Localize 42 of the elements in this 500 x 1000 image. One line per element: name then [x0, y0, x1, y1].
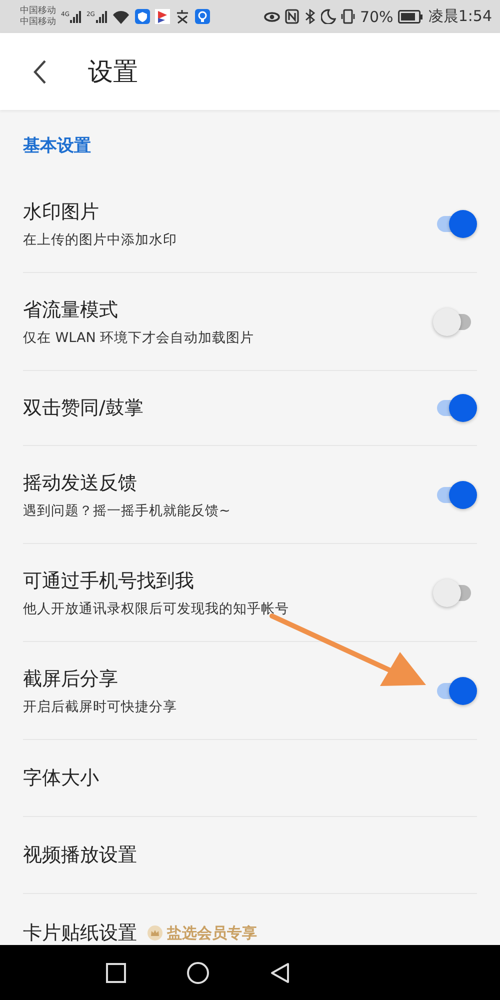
setting-description: 仅在 WLAN 环境下才会自动加载图片 [23, 328, 256, 346]
battery-percent: 70% [360, 8, 394, 26]
circle-icon [187, 962, 209, 984]
setting-title: 摇动发送反馈 [23, 470, 137, 496]
setting-description: 他人开放通讯录权限后可发现我的知乎帐号 [23, 600, 290, 618]
setting-title: 可通过手机号找到我 [23, 568, 194, 594]
moon-icon [320, 9, 336, 24]
eye-icon [264, 9, 280, 24]
clock-time: 凌晨1:54 [428, 7, 492, 26]
app-icon [174, 9, 190, 24]
page-title: 设置 [88, 56, 138, 88]
setting-title[interactable]: 卡片贴纸设置 [23, 920, 137, 945]
carrier-name: 中国移动 [20, 6, 56, 16]
bluetooth-icon [304, 9, 316, 24]
nfc-icon [284, 9, 299, 24]
wifi-icon [112, 10, 130, 24]
setting-description: 在上传的图片中添加水印 [23, 230, 178, 248]
setting-description: 遇到问题？摇一摇手机就能反馈~ [23, 502, 232, 520]
setting-description: 开启后截屏时可快捷分享 [23, 698, 178, 716]
setting-title: 截屏后分享 [23, 666, 118, 692]
setting-title: 水印图片 [23, 200, 99, 224]
crown-icon [147, 925, 163, 941]
setting-title[interactable]: 字体大小 [23, 765, 99, 791]
vibrate-icon [340, 9, 355, 24]
recents-button[interactable] [105, 962, 127, 984]
triangle-icon [269, 962, 291, 984]
setting-title: 双击赞同/鼓掌 [23, 396, 144, 421]
signal-icon [96, 10, 107, 22]
signal-icon [70, 10, 82, 22]
carrier-name: 中国移动 [20, 16, 56, 28]
back-icon [32, 58, 48, 84]
square-icon [105, 962, 127, 984]
member-label: 盐选会员专享 [167, 924, 257, 942]
shield-icon [134, 9, 150, 24]
setting-title: 省流量模式 [23, 298, 118, 322]
setting-title[interactable]: 视频播放设置 [23, 842, 137, 868]
section-title: 基本设置 [23, 135, 92, 158]
battery-icon [398, 10, 424, 24]
bulb-icon [194, 9, 210, 24]
home-button[interactable] [187, 962, 209, 984]
app-icon [154, 9, 170, 24]
back-nav-button[interactable] [269, 962, 291, 984]
